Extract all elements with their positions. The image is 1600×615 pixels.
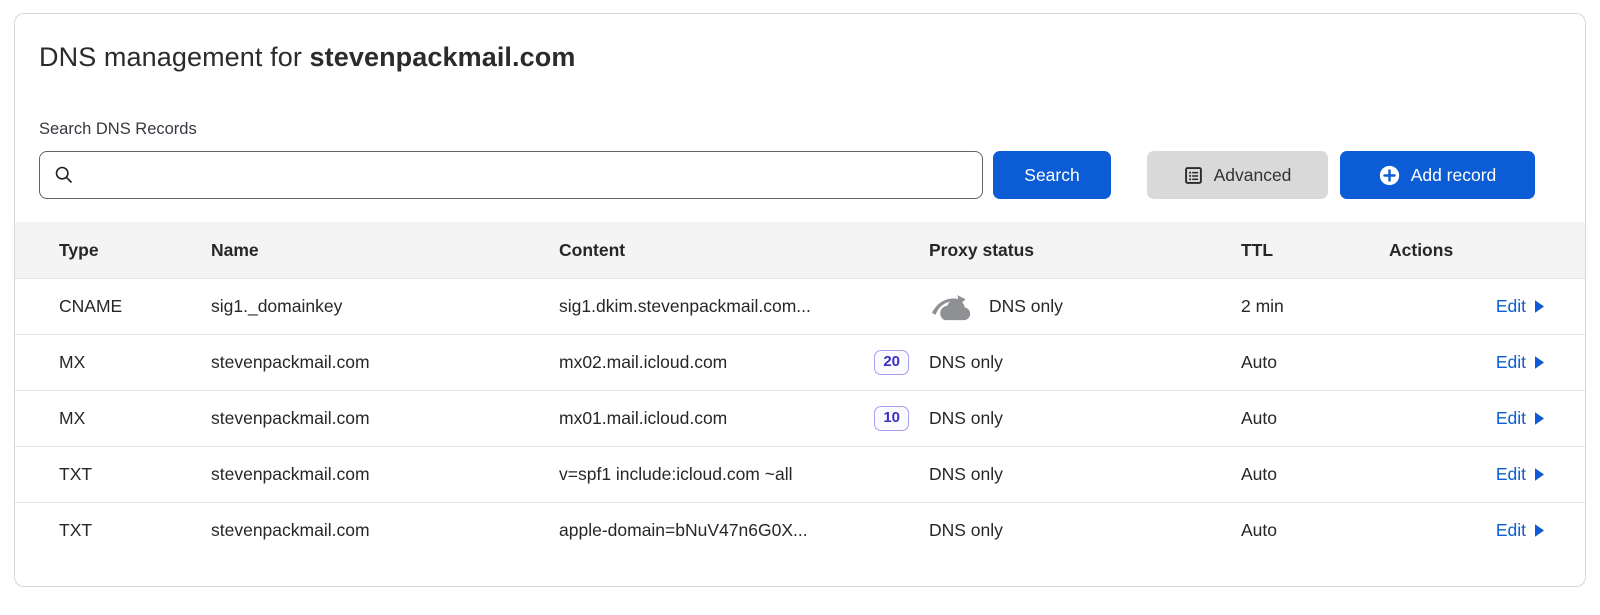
caret-right-icon bbox=[1534, 467, 1545, 482]
record-ttl: 2 min bbox=[1241, 296, 1389, 317]
proxy-status-text: DNS only bbox=[929, 352, 1003, 373]
record-content: v=spf1 include:icloud.com ~all bbox=[559, 464, 792, 485]
search-dns-records-label: Search DNS Records bbox=[15, 120, 1585, 139]
table-row-mx-01: MX stevenpackmail.com mx01.mail.icloud.c… bbox=[15, 390, 1585, 446]
mx-priority-badge: 10 bbox=[874, 406, 909, 431]
edit-link-label: Edit bbox=[1496, 520, 1526, 541]
page-title-domain: stevenpackmail.com bbox=[310, 42, 576, 72]
record-name: stevenpackmail.com bbox=[211, 520, 559, 541]
record-type: TXT bbox=[59, 520, 211, 541]
record-ttl: Auto bbox=[1241, 520, 1389, 541]
record-name: sig1._domainkey bbox=[211, 296, 559, 317]
proxy-status-text: DNS only bbox=[929, 520, 1003, 541]
edit-record-link[interactable]: Edit bbox=[1496, 296, 1545, 317]
page-title: DNS management for stevenpackmail.com bbox=[15, 42, 1585, 73]
edit-link-label: Edit bbox=[1496, 352, 1526, 373]
proxy-status-text: DNS only bbox=[929, 408, 1003, 429]
header-content: Content bbox=[559, 240, 929, 261]
record-name: stevenpackmail.com bbox=[211, 352, 559, 373]
table-header-row: Type Name Content Proxy status TTL Actio… bbox=[15, 222, 1585, 278]
add-record-button-label: Add record bbox=[1411, 165, 1497, 186]
record-content: mx01.mail.icloud.com bbox=[559, 408, 727, 429]
dns-only-cloud-icon bbox=[929, 292, 973, 322]
record-type: MX bbox=[59, 408, 211, 429]
proxy-status-text: DNS only bbox=[989, 296, 1063, 317]
header-type: Type bbox=[59, 240, 211, 261]
header-name: Name bbox=[211, 240, 559, 261]
add-record-button[interactable]: Add record bbox=[1340, 151, 1535, 199]
search-box[interactable] bbox=[39, 151, 983, 199]
caret-right-icon bbox=[1534, 355, 1545, 370]
edit-link-label: Edit bbox=[1496, 296, 1526, 317]
caret-right-icon bbox=[1534, 523, 1545, 538]
table-row-txt-spf: TXT stevenpackmail.com v=spf1 include:ic… bbox=[15, 446, 1585, 502]
header-ttl: TTL bbox=[1241, 240, 1389, 261]
record-type: TXT bbox=[59, 464, 211, 485]
advanced-button-label: Advanced bbox=[1214, 165, 1292, 186]
record-content: apple-domain=bNuV47n6G0X... bbox=[559, 520, 808, 541]
record-content: sig1.dkim.stevenpackmail.com... bbox=[559, 296, 811, 317]
table-row-mx-02: MX stevenpackmail.com mx02.mail.icloud.c… bbox=[15, 334, 1585, 390]
dns-records-table: Type Name Content Proxy status TTL Actio… bbox=[15, 222, 1585, 558]
search-icon bbox=[54, 165, 74, 185]
mx-priority-badge: 20 bbox=[874, 350, 909, 375]
dns-management-card: DNS management for stevenpackmail.com Se… bbox=[14, 13, 1586, 587]
advanced-button[interactable]: Advanced bbox=[1147, 151, 1328, 199]
edit-record-link[interactable]: Edit bbox=[1496, 352, 1545, 373]
record-name: stevenpackmail.com bbox=[211, 464, 559, 485]
page-title-prefix: DNS management for bbox=[39, 42, 310, 72]
table-row-txt-apple-domain: TXT stevenpackmail.com apple-domain=bNuV… bbox=[15, 502, 1585, 558]
table-row-cname-sig1: CNAME sig1._domainkey sig1.dkim.stevenpa… bbox=[15, 278, 1585, 334]
list-box-icon bbox=[1184, 166, 1203, 185]
search-button[interactable]: Search bbox=[993, 151, 1111, 199]
record-ttl: Auto bbox=[1241, 408, 1389, 429]
record-type: MX bbox=[59, 352, 211, 373]
search-controls-row: Search Advanced Add record bbox=[15, 151, 1585, 199]
record-type: CNAME bbox=[59, 296, 211, 317]
search-input[interactable] bbox=[84, 152, 968, 198]
edit-link-label: Edit bbox=[1496, 464, 1526, 485]
record-name: stevenpackmail.com bbox=[211, 408, 559, 429]
edit-link-label: Edit bbox=[1496, 408, 1526, 429]
plus-circle-icon bbox=[1379, 165, 1400, 186]
record-ttl: Auto bbox=[1241, 352, 1389, 373]
caret-right-icon bbox=[1534, 299, 1545, 314]
edit-record-link[interactable]: Edit bbox=[1496, 464, 1545, 485]
record-content: mx02.mail.icloud.com bbox=[559, 352, 727, 373]
header-proxy-status: Proxy status bbox=[929, 240, 1241, 261]
header-actions: Actions bbox=[1389, 240, 1585, 261]
record-ttl: Auto bbox=[1241, 464, 1389, 485]
table-body: CNAME sig1._domainkey sig1.dkim.stevenpa… bbox=[15, 278, 1585, 558]
proxy-status-text: DNS only bbox=[929, 464, 1003, 485]
edit-record-link[interactable]: Edit bbox=[1496, 408, 1545, 429]
caret-right-icon bbox=[1534, 411, 1545, 426]
edit-record-link[interactable]: Edit bbox=[1496, 520, 1545, 541]
